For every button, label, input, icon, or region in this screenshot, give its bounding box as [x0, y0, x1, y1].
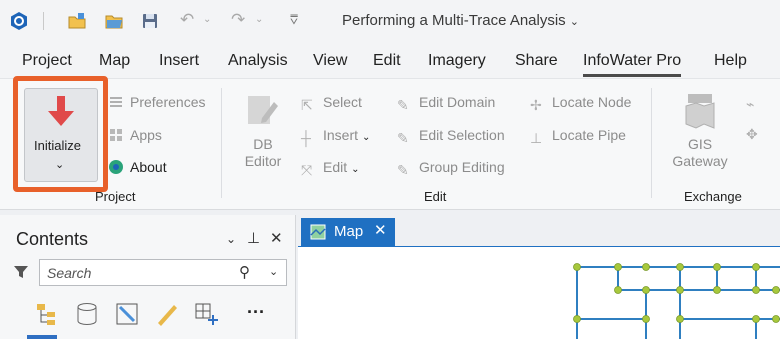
- gis-gateway-label-line2: Gateway: [672, 153, 728, 169]
- undo-dropdown-icon[interactable]: ⌄: [203, 14, 211, 25]
- locate-pipe-label: Locate Pipe: [552, 127, 626, 143]
- gis-gateway-button[interactable]: GIS Gateway: [668, 136, 732, 170]
- redo-dropdown-icon[interactable]: ⌄: [255, 14, 263, 25]
- about-button[interactable]: About: [108, 159, 167, 175]
- edit-vertices-icon: ⤧: [301, 162, 313, 178]
- redo-icon[interactable]: ↷: [231, 10, 245, 30]
- edit-domain-label: Edit Domain: [419, 94, 496, 110]
- apps-button[interactable]: Apps: [108, 127, 162, 143]
- edit-label: Edit: [323, 159, 348, 175]
- tab-insert[interactable]: Insert: [159, 52, 199, 70]
- edit-group-label: Edit: [424, 189, 447, 204]
- initialize-highlight-box: [13, 76, 108, 192]
- edit-selection-button[interactable]: ✎ Edit Selection: [397, 127, 505, 146]
- new-project-icon[interactable]: [67, 11, 87, 31]
- title-chevron-icon[interactable]: ⌄: [570, 16, 579, 28]
- group-editing-label: Group Editing: [419, 159, 505, 175]
- edit-selection-label: Edit Selection: [419, 127, 505, 143]
- close-map-tab-icon[interactable]: ✕: [374, 221, 387, 239]
- locate-pipe-button[interactable]: ⊥ Locate Pipe: [530, 127, 626, 146]
- ribbon-tabs: Project Map Insert Analysis View Edit Im…: [0, 42, 780, 78]
- tab-map-view[interactable]: Map ✕: [301, 218, 395, 246]
- contents-pane: Contents ⌄ ⊥ ✕ ⚲ ⌄ ···: [0, 215, 296, 339]
- tab-edit[interactable]: Edit: [373, 52, 401, 70]
- db-editor-icon: [248, 96, 278, 124]
- list-by-drawing-order-icon[interactable]: [34, 301, 60, 327]
- insert-label: Insert: [323, 127, 359, 143]
- map-view[interactable]: [298, 246, 780, 339]
- open-project-icon[interactable]: [104, 11, 124, 31]
- map-tab-label: Map: [334, 223, 364, 240]
- gis-gateway-icon: [685, 94, 715, 129]
- edit-button[interactable]: ⤧ Edit ⌄: [301, 159, 360, 178]
- edit-domain-icon: ✎: [397, 97, 409, 113]
- db-editor-label-line1: DB: [253, 136, 273, 152]
- window-title: Performing a Multi-Trace Analysis ⌄: [342, 12, 579, 29]
- close-icon[interactable]: ✕: [270, 229, 283, 247]
- tab-project[interactable]: Project: [22, 52, 72, 70]
- list-by-data-source-icon[interactable]: [74, 301, 100, 327]
- group-editing-icon: ✎: [397, 162, 409, 178]
- locate-node-button[interactable]: ✢ Locate Node: [530, 94, 631, 113]
- active-view-indicator: [27, 335, 57, 339]
- edit-dropdown-icon: ⌄: [351, 164, 360, 175]
- title-bar: ↶ ⌄ ↷ ⌄ ⩢ Performing a Multi-Trace Analy…: [0, 0, 780, 42]
- tab-map[interactable]: Map: [99, 52, 130, 70]
- window-title-text: Performing a Multi-Trace Analysis: [342, 12, 566, 29]
- undo-icon[interactable]: ↶: [180, 10, 194, 30]
- search-input[interactable]: [47, 265, 227, 281]
- filter-icon[interactable]: [12, 263, 30, 281]
- save-project-icon[interactable]: [140, 11, 160, 31]
- preferences-icon: [110, 97, 122, 107]
- search-options-chevron-icon[interactable]: ⌄: [269, 265, 278, 278]
- preferences-button[interactable]: Preferences: [108, 94, 205, 110]
- insert-button[interactable]: ┼ Insert ⌄: [301, 127, 370, 146]
- locate-node-icon: ✢: [530, 97, 542, 113]
- more-options-icon[interactable]: ···: [247, 302, 265, 323]
- ribbon-separator: [221, 88, 222, 198]
- tab-analysis[interactable]: Analysis: [228, 52, 288, 70]
- project-group-label: Project: [95, 189, 136, 204]
- insert-icon: ┼: [301, 130, 311, 146]
- select-button[interactable]: ⇱ Select: [301, 94, 362, 113]
- tab-infowater-pro[interactable]: InfoWater Pro: [583, 52, 682, 77]
- ribbon-separator: [651, 88, 652, 198]
- list-by-snapping-icon[interactable]: [193, 301, 219, 327]
- list-by-selection-icon[interactable]: [114, 301, 140, 327]
- locate-pipe-icon: ⊥: [530, 130, 543, 146]
- apps-label: Apps: [130, 127, 162, 143]
- search-icon[interactable]: ⚲: [239, 263, 250, 281]
- insert-dropdown-icon: ⌄: [362, 132, 371, 143]
- pin-icon[interactable]: ⊥: [247, 229, 260, 247]
- tab-imagery[interactable]: Imagery: [428, 52, 486, 70]
- search-field[interactable]: ⚲ ⌄: [39, 259, 287, 286]
- gis-gateway-label-line1: GIS: [687, 136, 713, 152]
- about-label: About: [130, 159, 167, 175]
- edit-domain-button[interactable]: ✎ Edit Domain: [397, 94, 495, 113]
- exchange-tool-icon[interactable]: ⌁: [746, 96, 754, 113]
- tab-view[interactable]: View: [313, 52, 347, 70]
- tab-help[interactable]: Help: [714, 52, 747, 70]
- list-by-editing-icon[interactable]: [154, 301, 180, 327]
- select-label: Select: [323, 94, 362, 110]
- edit-selection-icon: ✎: [397, 130, 409, 146]
- db-editor-button[interactable]: DB Editor: [240, 136, 286, 170]
- exchange-group-label: Exchange: [684, 189, 742, 204]
- select-cursor-icon: ⇱: [301, 97, 313, 113]
- apps-icon: [110, 129, 122, 141]
- water-network-map: [573, 263, 780, 339]
- app-logo-icon: [11, 12, 27, 30]
- about-icon: [109, 160, 123, 174]
- tab-share[interactable]: Share: [515, 52, 558, 70]
- group-editing-button[interactable]: ✎ Group Editing: [397, 159, 505, 178]
- locate-node-label: Locate Node: [552, 94, 632, 110]
- pane-options-chevron-icon[interactable]: ⌄: [226, 232, 236, 246]
- qat-divider: [43, 12, 44, 30]
- contents-title: Contents: [16, 229, 89, 249]
- preferences-label: Preferences: [130, 94, 206, 110]
- db-editor-label-line2: Editor: [244, 153, 282, 169]
- customize-qat-icon[interactable]: ⩢: [290, 12, 298, 28]
- exchange-tool-icon[interactable]: ✥: [746, 126, 758, 143]
- map-icon: [310, 224, 326, 240]
